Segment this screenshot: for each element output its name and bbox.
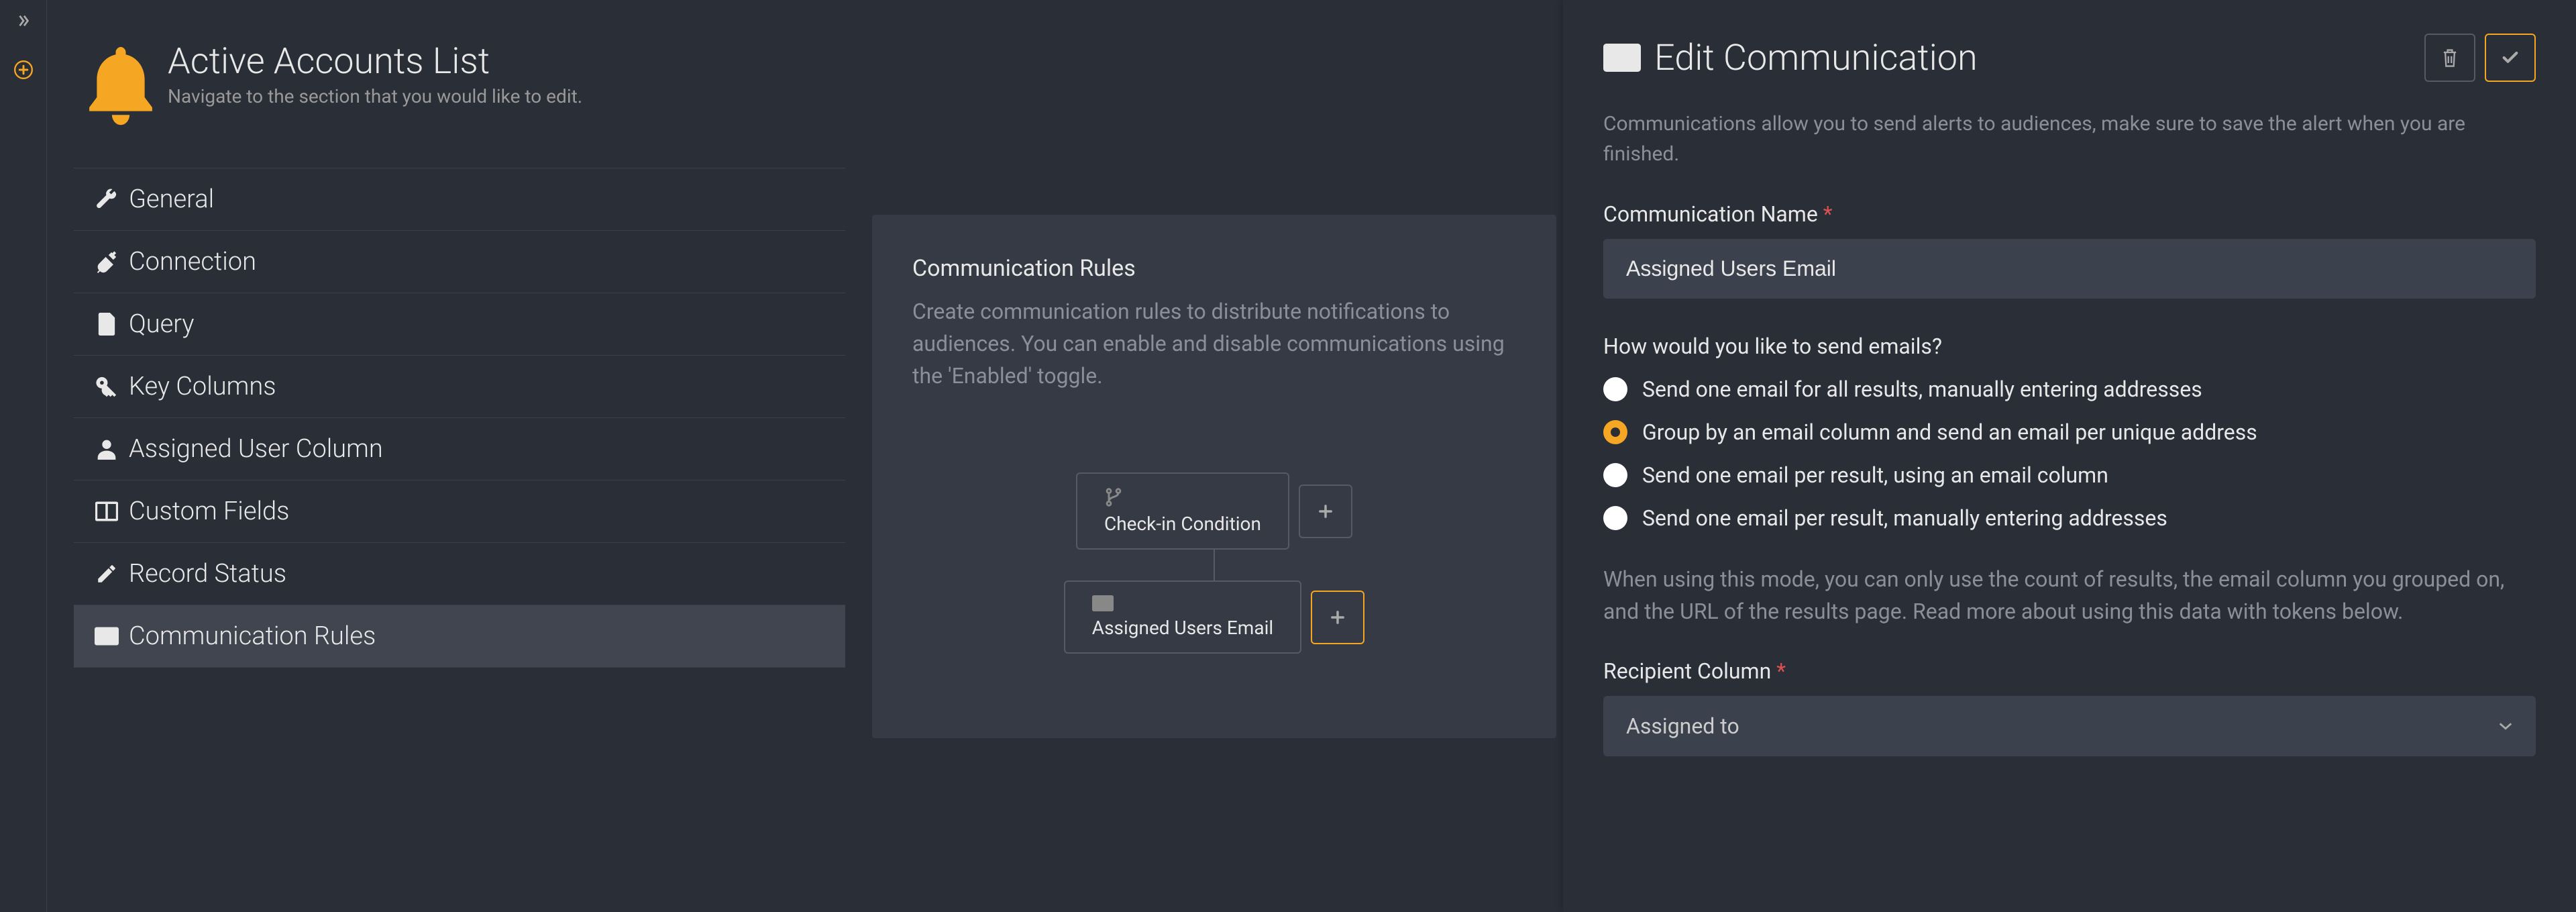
node-check-in-condition[interactable]: Check-in Condition <box>1076 472 1289 550</box>
nav-label: Query <box>129 309 194 339</box>
radio-label: Group by an email column and send an ema… <box>1642 419 2257 445</box>
radio-icon <box>1603 420 1627 444</box>
radio-icon <box>1603 463 1627 487</box>
radio-icon <box>1603 506 1627 530</box>
send-mode-option[interactable]: Group by an email column and send an ema… <box>1603 419 2536 445</box>
nav-label: Key Columns <box>129 372 276 401</box>
comm-name-label: Communication Name * <box>1603 201 2536 227</box>
comm-name-input[interactable] <box>1603 239 2536 299</box>
delete-button[interactable] <box>2424 34 2475 82</box>
rules-title: Communication Rules <box>912 255 1516 282</box>
add-sibling-button[interactable] <box>1299 485 1352 538</box>
node-label: Check-in Condition <box>1104 513 1261 535</box>
panel-description: Communications allow you to send alerts … <box>1603 109 2536 169</box>
nav-label: Connection <box>129 247 256 276</box>
communication-rules-card: Communication Rules Create communication… <box>872 215 1556 738</box>
rules-description: Create communication rules to distribute… <box>912 295 1516 392</box>
branch-icon <box>1104 487 1261 507</box>
bell-icon <box>80 40 161 134</box>
user-icon <box>94 438 119 460</box>
send-mode-option[interactable]: Send one email per result, manually ente… <box>1603 505 2536 531</box>
rules-diagram: Check-in Condition Assigned Users Email <box>912 472 1516 654</box>
nav-item-general[interactable]: General <box>74 168 845 230</box>
expand-rail-icon[interactable] <box>16 13 31 28</box>
nav-item-communication-rules[interactable]: Communication Rules <box>74 605 845 668</box>
send-mode-label: How would you like to send emails? <box>1603 334 2536 359</box>
envelope-icon <box>1603 43 1641 72</box>
nav-label: General <box>129 185 214 214</box>
nav-label: Custom Fields <box>129 497 289 526</box>
nav-item-query[interactable]: Query <box>74 293 845 355</box>
envelope-icon <box>1092 595 1273 611</box>
plug-icon <box>94 250 119 273</box>
radio-icon <box>1603 377 1627 401</box>
section-nav: General Connection Query Key Columns <box>74 168 845 668</box>
nav-item-record-status[interactable]: Record Status <box>74 542 845 605</box>
recipient-column-select[interactable]: Assigned to <box>1603 696 2536 756</box>
columns-icon <box>94 501 119 521</box>
panel-title: Edit Communication <box>1654 37 1978 79</box>
page-subtitle: Navigate to the section that you would l… <box>168 85 582 107</box>
nav-item-assigned-user-column[interactable]: Assigned User Column <box>74 417 845 480</box>
key-icon <box>94 375 119 398</box>
nav-item-custom-fields[interactable]: Custom Fields <box>74 480 845 542</box>
node-assigned-users-email[interactable]: Assigned Users Email <box>1064 580 1301 654</box>
recipient-column-label: Recipient Column * <box>1603 658 2536 684</box>
node-label: Assigned Users Email <box>1092 617 1273 639</box>
send-mode-group: Send one email for all results, manually… <box>1603 376 2536 531</box>
radio-label: Send one email per result, using an emai… <box>1642 462 2108 488</box>
send-mode-option[interactable]: Send one email for all results, manually… <box>1603 376 2536 402</box>
add-child-button[interactable] <box>1311 591 1364 644</box>
add-icon[interactable] <box>14 60 33 79</box>
file-icon <box>94 313 119 336</box>
chevron-down-icon <box>2498 721 2513 731</box>
radio-label: Send one email for all results, manually… <box>1642 376 2202 402</box>
select-value: Assigned to <box>1626 713 1739 739</box>
radio-label: Send one email per result, manually ente… <box>1642 505 2167 531</box>
mode-description: When using this mode, you can only use t… <box>1603 563 2536 627</box>
nav-item-connection[interactable]: Connection <box>74 230 845 293</box>
left-rail <box>0 0 47 912</box>
confirm-button[interactable] <box>2485 34 2536 82</box>
edit-communication-panel: Edit Communication Communications allow … <box>1563 0 2576 912</box>
page-header: Active Accounts List Navigate to the sec… <box>74 40 845 134</box>
edit-icon <box>94 562 119 585</box>
connector-line <box>1214 550 1215 580</box>
page-title: Active Accounts List <box>168 40 582 83</box>
send-mode-option[interactable]: Send one email per result, using an emai… <box>1603 462 2536 488</box>
nav-label: Communication Rules <box>129 621 376 651</box>
nav-label: Record Status <box>129 559 286 589</box>
envelope-icon <box>94 627 119 646</box>
wrench-icon <box>94 188 119 211</box>
nav-label: Assigned User Column <box>129 434 383 464</box>
nav-item-key-columns[interactable]: Key Columns <box>74 355 845 417</box>
